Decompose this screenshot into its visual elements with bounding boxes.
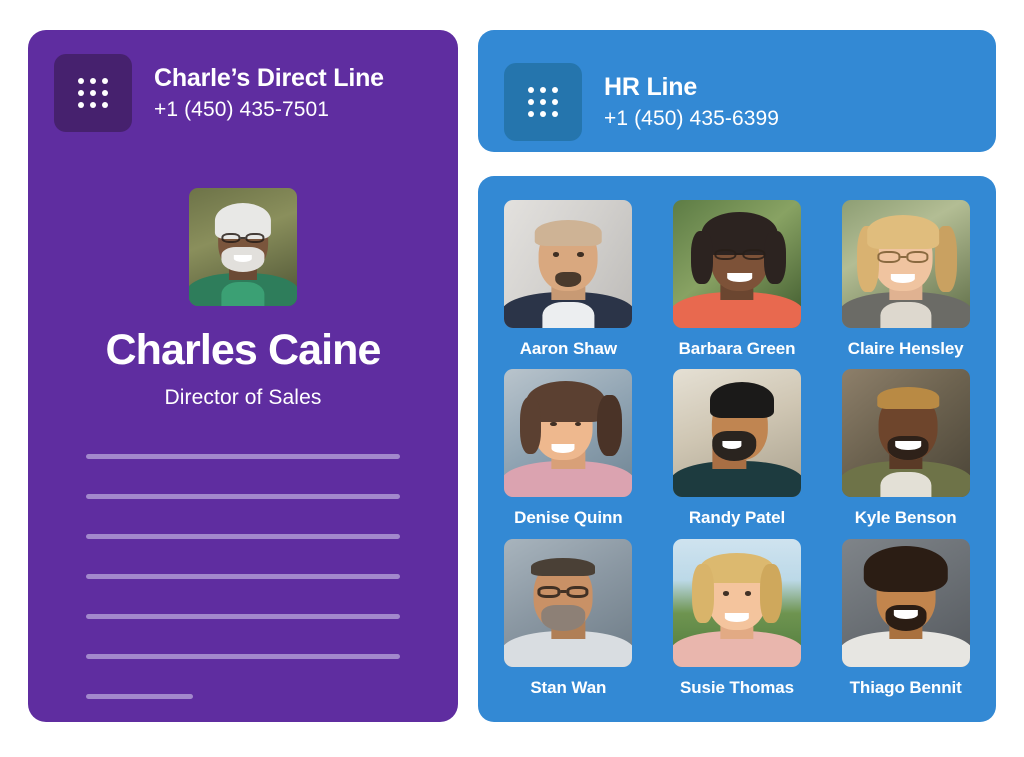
- stan-wan-avatar: [504, 538, 633, 667]
- contact-name: Barbara Green: [678, 339, 796, 358]
- profile-role: Director of Sales: [164, 386, 322, 409]
- right-column: HR Line +1 (450) 435-6399 Aaron Shaw Bar…: [478, 30, 996, 722]
- contact-card[interactable]: Aaron Shaw: [500, 200, 637, 361]
- placeholder-line: [86, 454, 400, 459]
- susie-thomas-avatar: [672, 538, 801, 667]
- contact-card[interactable]: Susie Thomas: [669, 538, 806, 700]
- contact-card[interactable]: Thiago Bennit: [837, 538, 974, 700]
- dialpad-icon[interactable]: [504, 63, 582, 141]
- contact-card[interactable]: Kyle Benson: [837, 369, 974, 530]
- placeholder-line: [86, 574, 400, 579]
- page-root: Charle’s Direct Line +1 (450) 435-7501 C…: [0, 0, 1024, 757]
- contact-name: Denise Quinn: [514, 508, 623, 528]
- direct-line-header: Charle’s Direct Line +1 (450) 435-7501: [28, 30, 458, 132]
- contact-name: Thiago Bennit: [849, 677, 962, 697]
- page-title: Charles Caine: [105, 326, 381, 374]
- dialpad-icon-dots: [528, 87, 558, 117]
- hr-line-text: HR Line +1 (450) 435-6399: [604, 73, 779, 132]
- contact-card[interactable]: Denise Quinn: [500, 369, 637, 530]
- dialpad-icon[interactable]: [54, 54, 132, 132]
- direct-line-number: +1 (450) 435-7501: [154, 98, 330, 122]
- dialpad-icon-dots: [78, 78, 108, 108]
- placeholder-line: [86, 694, 193, 699]
- placeholder-lines: [86, 454, 400, 699]
- placeholder-line: [86, 614, 400, 619]
- contact-card[interactable]: Claire Hensley: [837, 200, 974, 361]
- charles-caine-avatar: [189, 188, 297, 306]
- contact-card[interactable]: Barbara Green: [669, 200, 806, 361]
- contact-name: Aaron Shaw: [519, 339, 617, 358]
- placeholder-line: [86, 654, 400, 659]
- randy-patel-avatar: [672, 369, 801, 498]
- hr-line-card[interactable]: HR Line +1 (450) 435-6399: [478, 30, 996, 152]
- direct-line-card[interactable]: Charle’s Direct Line +1 (450) 435-7501 C…: [28, 30, 458, 722]
- placeholder-line: [86, 494, 400, 499]
- claire-hensley-avatar: [841, 200, 970, 328]
- contact-name: Randy Patel: [688, 508, 786, 528]
- contact-name: Stan Wan: [530, 677, 607, 697]
- hr-line-number: +1 (450) 435-6399: [604, 107, 780, 131]
- direct-line-title: Charle’s Direct Line: [154, 63, 384, 92]
- denise-quinn-avatar: [504, 369, 633, 498]
- contact-name: Kyle Benson: [854, 508, 957, 528]
- contacts-grid: Aaron Shaw Barbara Green Claire Hensley …: [478, 176, 996, 722]
- contact-name: Susie Thomas: [679, 677, 795, 697]
- aaron-shaw-avatar: [504, 200, 633, 328]
- contact-card[interactable]: Randy Patel: [669, 369, 806, 530]
- hr-line-header: HR Line +1 (450) 435-6399: [478, 30, 779, 152]
- hr-line-title: HR Line: [604, 72, 698, 101]
- contact-name: Claire Hensley: [847, 339, 964, 358]
- contact-card[interactable]: Stan Wan: [500, 538, 637, 700]
- profile-block: Charles Caine Director of Sales: [28, 188, 458, 410]
- kyle-benson-avatar: [841, 369, 970, 498]
- direct-line-text: Charle’s Direct Line +1 (450) 435-7501: [154, 64, 384, 123]
- placeholder-line: [86, 534, 400, 539]
- thiago-bennit-avatar: [841, 538, 970, 667]
- barbara-green-avatar: [672, 200, 801, 328]
